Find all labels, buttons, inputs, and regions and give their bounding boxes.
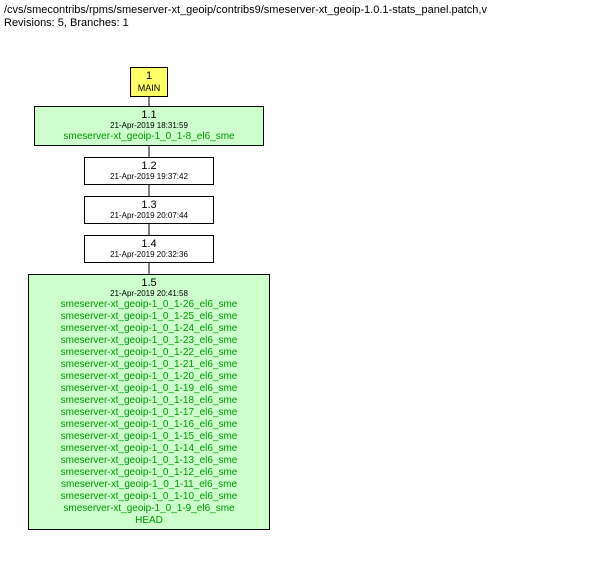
revision-tag: smeserver-xt_geoip-1_0_1-25_el6_sme [32, 311, 266, 323]
revision-tag: smeserver-xt_geoip-1_0_1-23_el6_sme [32, 335, 266, 347]
file-path: /cvs/smecontribs/rpms/smeserver-xt_geoip… [4, 4, 586, 16]
revision-tag: smeserver-xt_geoip-1_0_1-8_el6_sme [38, 131, 260, 143]
revision-number: 1.5 [32, 277, 266, 289]
revision-tag: smeserver-xt_geoip-1_0_1-26_el6_sme [32, 299, 266, 311]
revision-tag: smeserver-xt_geoip-1_0_1-11_el6_sme [32, 479, 266, 491]
revision-tag: HEAD [32, 515, 266, 527]
revision-tag: smeserver-xt_geoip-1_0_1-17_el6_sme [32, 407, 266, 419]
revision-tag: smeserver-xt_geoip-1_0_1-24_el6_sme [32, 323, 266, 335]
revision-tag: smeserver-xt_geoip-1_0_1-16_el6_sme [32, 419, 266, 431]
revision-stats: Revisions: 5, Branches: 1 [4, 17, 586, 29]
revision-tag: smeserver-xt_geoip-1_0_1-9_el6_sme [32, 503, 266, 515]
revision-number: 1.4 [88, 238, 210, 250]
revision-node-1-1[interactable]: 1.1 21-Apr-2019 18:31:59 smeserver-xt_ge… [34, 106, 264, 146]
branch-node-main[interactable]: 1 MAIN [130, 67, 168, 97]
revision-tag: smeserver-xt_geoip-1_0_1-13_el6_sme [32, 455, 266, 467]
revision-date: 21-Apr-2019 20:32:36 [88, 250, 210, 260]
branch-number: 1 [134, 70, 164, 82]
revision-tag: smeserver-xt_geoip-1_0_1-22_el6_sme [32, 347, 266, 359]
revision-tag: smeserver-xt_geoip-1_0_1-15_el6_sme [32, 431, 266, 443]
revision-node-1-3[interactable]: 1.3 21-Apr-2019 20:07:44 [84, 196, 214, 224]
revision-number: 1.3 [88, 199, 210, 211]
revision-date: 21-Apr-2019 20:07:44 [88, 211, 210, 221]
revision-number: 1.1 [38, 109, 260, 121]
revision-date: 21-Apr-2019 18:31:59 [38, 121, 260, 131]
revision-tag: smeserver-xt_geoip-1_0_1-12_el6_sme [32, 467, 266, 479]
revision-number: 1.2 [88, 160, 210, 172]
revision-node-1-2[interactable]: 1.2 21-Apr-2019 19:37:42 [84, 157, 214, 185]
revision-node-1-4[interactable]: 1.4 21-Apr-2019 20:32:36 [84, 235, 214, 263]
revision-tag: smeserver-xt_geoip-1_0_1-10_el6_sme [32, 491, 266, 503]
revision-tag: smeserver-xt_geoip-1_0_1-18_el6_sme [32, 395, 266, 407]
branch-label: MAIN [134, 82, 164, 94]
revision-tag: smeserver-xt_geoip-1_0_1-21_el6_sme [32, 359, 266, 371]
revision-date: 21-Apr-2019 20:41:58 [32, 289, 266, 299]
revision-date: 21-Apr-2019 19:37:42 [88, 172, 210, 182]
revision-graph: 1 MAIN 1.1 21-Apr-2019 18:31:59 smeserve… [4, 35, 586, 575]
revision-tag: smeserver-xt_geoip-1_0_1-14_el6_sme [32, 443, 266, 455]
revision-tag: smeserver-xt_geoip-1_0_1-20_el6_sme [32, 371, 266, 383]
revision-node-1-5[interactable]: 1.5 21-Apr-2019 20:41:58 smeserver-xt_ge… [28, 274, 270, 530]
revision-tag: smeserver-xt_geoip-1_0_1-19_el6_sme [32, 383, 266, 395]
